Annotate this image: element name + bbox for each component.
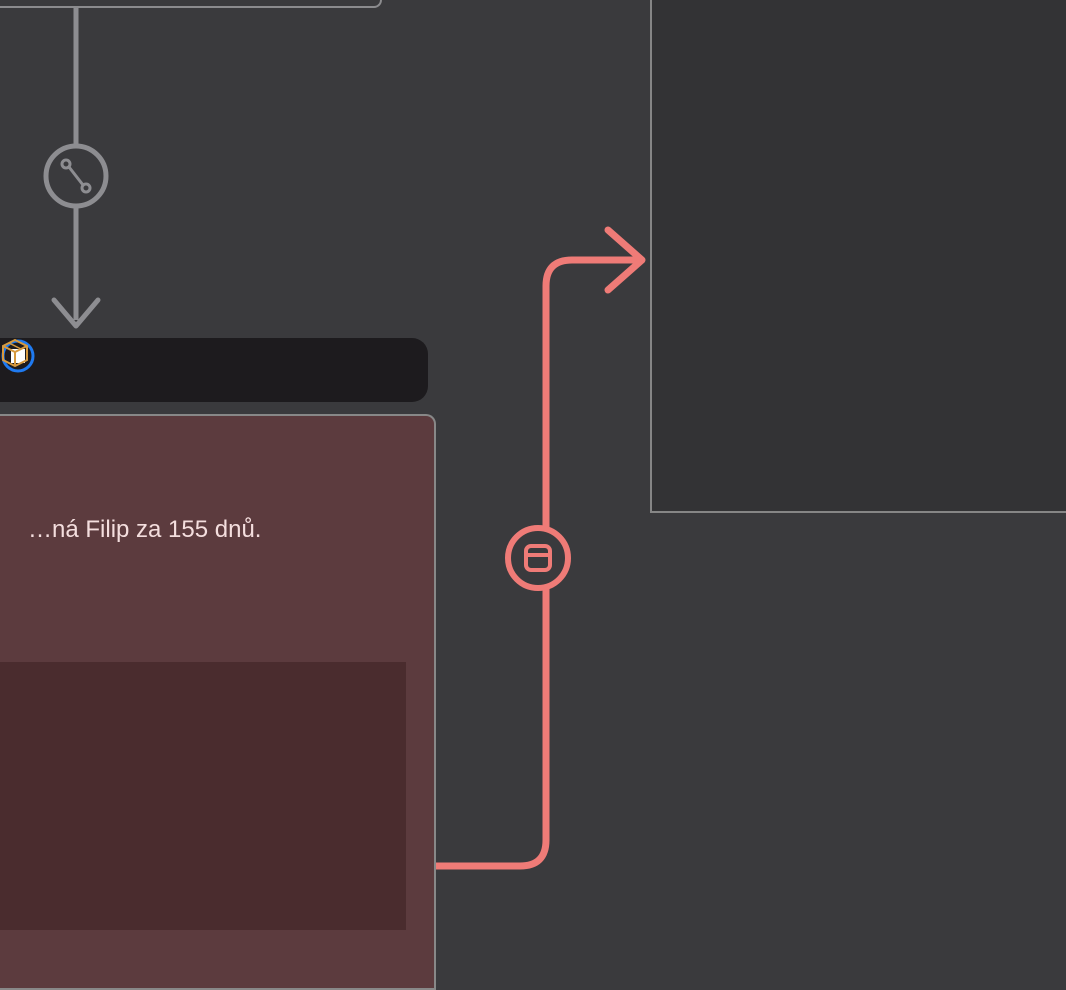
connector-gray [46,8,106,326]
box-button[interactable] [92,352,128,388]
connector-red [432,230,642,866]
node-inner-panel [0,662,406,930]
box-icon [0,338,30,368]
node-output-text: …ná Filip za 155 dnů. [28,516,406,544]
merge-icon [62,160,90,192]
target-node-panel[interactable] [650,0,1066,513]
node-toolbar [0,338,428,402]
